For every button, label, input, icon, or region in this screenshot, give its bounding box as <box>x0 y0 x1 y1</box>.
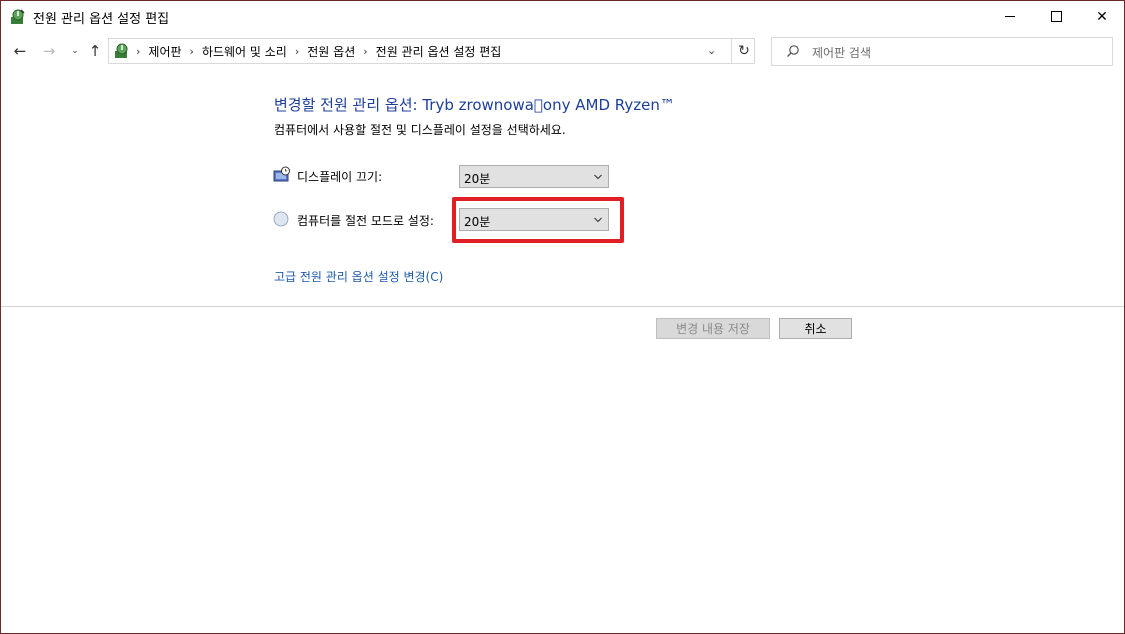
search-input[interactable]: 제어판 검색 <box>771 37 1113 66</box>
divider <box>1 306 1124 307</box>
page-subtitle: 컴퓨터에서 사용할 절전 및 디스플레이 설정을 선택하세요. <box>274 123 566 137</box>
forward-arrow-icon: → <box>42 42 56 60</box>
cancel-button[interactable]: 취소 <box>779 318 852 339</box>
red-highlight-box <box>452 197 624 243</box>
maximize-button[interactable] <box>1033 1 1079 32</box>
minimize-icon <box>1005 16 1015 17</box>
chevron-down-icon: ⌄ <box>71 46 79 56</box>
breadcrumb-control-panel[interactable]: 제어판 <box>148 43 181 60</box>
close-icon: ✕ <box>1096 8 1108 25</box>
display-clock-icon <box>273 166 290 182</box>
control-panel-icon <box>115 43 128 58</box>
window-title: 전원 관리 옵션 설정 편집 <box>33 12 170 27</box>
sleep-moon-icon <box>273 211 289 227</box>
power-options-window: 전원 관리 옵션 설정 편집 ✕ ← → ⌄ ↑ › 제어판 › 하드웨어 및 … <box>0 0 1125 634</box>
recent-locations-button[interactable]: ⌄ <box>65 41 85 61</box>
advanced-settings-link[interactable]: 고급 전원 관리 옵션 설정 변경(C) <box>274 268 443 285</box>
breadcrumb-separator-icon[interactable]: › <box>295 45 299 58</box>
display-off-label: 디스플레이 끄기: <box>297 170 383 184</box>
address-dropdown-icon[interactable]: ⌄ <box>707 44 716 57</box>
display-off-value: 20분 <box>464 172 491 186</box>
sleep-label: 컴퓨터를 절전 모드로 설정: <box>297 214 434 228</box>
power-options-icon <box>11 9 25 24</box>
breadcrumb: › 제어판 › 하드웨어 및 소리 › 전원 옵션 › 전원 관리 옵션 설정 … <box>134 39 507 63</box>
refresh-button[interactable]: ↻ <box>731 39 756 63</box>
back-button[interactable]: ← <box>10 41 30 61</box>
maximize-icon <box>1050 11 1062 22</box>
page-title: 변경할 전원 관리 옵션: Tryb zrownowa ony AMD Ryze… <box>274 96 675 114</box>
refresh-icon: ↻ <box>738 43 750 59</box>
forward-button[interactable]: → <box>39 41 59 61</box>
chevron-down-icon <box>594 174 602 180</box>
breadcrumb-hardware-sound[interactable]: 하드웨어 및 소리 <box>202 43 287 60</box>
up-button[interactable]: ↑ <box>85 41 105 61</box>
breadcrumb-separator-icon[interactable]: › <box>190 45 194 58</box>
breadcrumb-power-options[interactable]: 전원 옵션 <box>307 43 355 60</box>
breadcrumb-separator-icon[interactable]: › <box>363 45 367 58</box>
close-button[interactable]: ✕ <box>1079 1 1125 32</box>
search-placeholder: 제어판 검색 <box>812 46 872 60</box>
save-changes-button[interactable]: 변경 내용 저장 <box>656 318 770 339</box>
title-bar: 전원 관리 옵션 설정 편집 ✕ <box>1 1 1124 32</box>
search-icon <box>787 45 799 57</box>
minimize-button[interactable] <box>987 1 1033 32</box>
up-arrow-icon: ↑ <box>88 42 102 60</box>
address-bar[interactable]: › 제어판 › 하드웨어 및 소리 › 전원 옵션 › 전원 관리 옵션 설정 … <box>108 38 755 64</box>
display-off-select[interactable]: 20분 <box>459 165 609 188</box>
breadcrumb-edit-plan[interactable]: 전원 관리 옵션 설정 편집 <box>376 43 502 60</box>
back-arrow-icon: ← <box>13 42 27 60</box>
breadcrumb-separator-icon: › <box>136 44 141 58</box>
